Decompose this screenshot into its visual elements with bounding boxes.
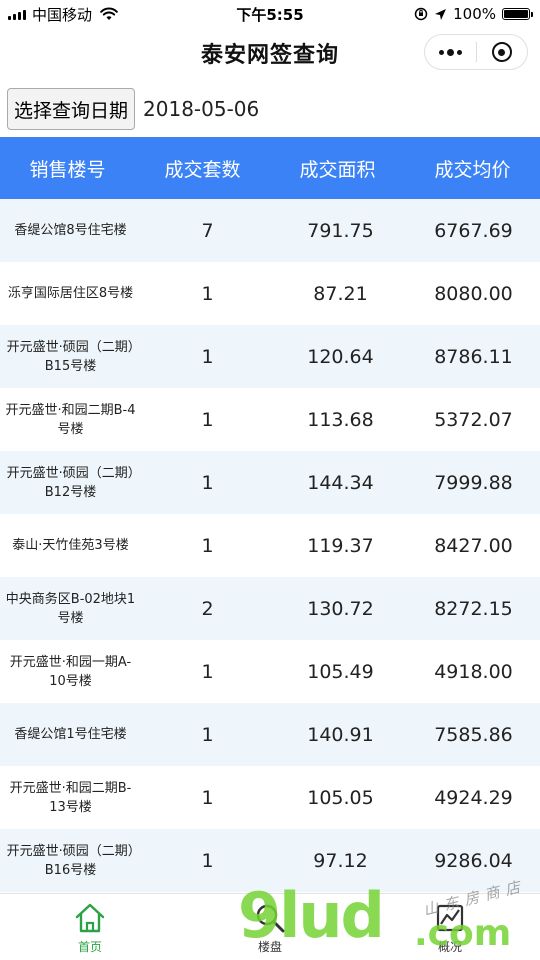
battery-percent: 100% [453,5,496,23]
nav-bar: 泰安网签查询 [0,28,540,78]
cell-count: 1 [201,660,214,683]
table-row: 开元盛世·硕园（二期）B12号楼 1 144.34 7999.88 [0,451,540,514]
cell-price: 5372.07 [434,408,513,431]
tab-overview[interactable]: 概况 [360,894,540,960]
cell-price: 8272.15 [434,597,513,620]
tab-overview-label: 概况 [437,940,462,954]
cell-area: 130.72 [307,597,374,620]
signal-icon [8,8,26,20]
tab-buildings-label: 楼盘 [257,940,282,954]
cell-count: 1 [201,408,214,431]
cell-area: 105.05 [307,786,374,809]
table-body: 香缇公馆8号住宅楼 7 791.75 6767.69 泺亨国际居住区8号楼 1 … [0,199,540,892]
cell-building: 开元盛世·和园一期A-10号楼 [9,654,132,689]
cell-price: 8080.00 [434,282,513,305]
header-price: 成交均价 [434,158,511,181]
close-mini-program-button[interactable] [477,35,528,69]
table-row: 泰山·天竹佳苑3号楼 1 119.37 8427.00 [0,514,540,577]
cell-area: 791.75 [307,219,374,242]
cell-price: 7585.86 [434,723,513,746]
cell-building: 开元盛世·硕园（二期）B12号楼 [6,465,135,500]
home-icon [75,903,105,933]
more-dots-icon [438,48,462,56]
cell-building: 开元盛世·和园二期B-4号楼 [5,402,136,437]
table-row: 香缇公馆1号住宅楼 1 140.91 7585.86 [0,703,540,766]
table-row: 泺亨国际居住区8号楼 1 87.21 8080.00 [0,262,540,325]
cell-price: 8786.11 [434,345,513,368]
cell-price: 6767.69 [434,219,513,242]
location-icon [435,8,447,20]
cell-area: 120.64 [307,345,374,368]
status-right: 100% [414,5,540,23]
table-header: 销售楼号 成交套数 成交面积 成交均价 [0,137,540,199]
cell-building: 泰山·天竹佳苑3号楼 [12,538,129,553]
cell-area: 105.49 [307,660,374,683]
battery-icon [502,8,533,20]
cell-building: 中央商务区B-02地块1号楼 [5,591,136,626]
table-row: 开元盛世·和园一期A-10号楼 1 105.49 4918.00 [0,640,540,703]
cell-count: 1 [201,786,214,809]
wifi-icon [100,7,118,20]
cell-building: 香缇公馆1号住宅楼 [14,727,127,742]
cell-count: 1 [201,849,214,872]
table-row: 开元盛世·和园二期B-4号楼 1 113.68 5372.07 [0,388,540,451]
cell-count: 7 [201,219,214,242]
cell-area: 119.37 [307,534,374,557]
search-icon [256,904,285,933]
cell-area: 140.91 [307,723,374,746]
cell-building: 香缇公馆8号住宅楼 [14,223,127,238]
header-area: 成交面积 [299,158,376,181]
table-row: 开元盛世·硕园（二期）B16号楼 1 97.12 9286.04 [0,829,540,892]
cell-count: 1 [201,723,214,746]
tab-home[interactable]: 首页 [0,894,180,960]
header-count: 成交套数 [164,158,241,181]
more-button[interactable] [425,35,476,69]
cell-count: 1 [201,282,214,305]
cell-price: 7999.88 [434,471,513,494]
cell-area: 97.12 [313,849,368,872]
tab-home-label: 首页 [77,940,102,954]
cell-building: 泺亨国际居住区8号楼 [7,286,134,301]
cell-count: 1 [201,471,214,494]
mini-program-capsule [424,34,528,70]
cell-count: 2 [201,597,214,620]
selected-date: 2018-05-06 [143,97,260,121]
table-row: 开元盛世·硕园（二期）B15号楼 1 120.64 8786.11 [0,325,540,388]
status-bar: 中国移动 下午5:55 100% [0,0,540,28]
table-row: 香缇公馆8号住宅楼 7 791.75 6767.69 [0,199,540,262]
cell-price: 8427.00 [434,534,513,557]
table-row: 中央商务区B-02地块1号楼 2 130.72 8272.15 [0,577,540,640]
header-building: 销售楼号 [29,158,106,181]
cell-area: 113.68 [307,408,374,431]
cell-count: 1 [201,534,214,557]
cell-building: 开元盛世·硕园（二期）B16号楼 [6,843,135,878]
cell-building: 开元盛世·硕园（二期）B15号楼 [6,339,135,374]
select-date-button[interactable]: 选择查询日期 [7,88,136,130]
cell-building: 开元盛世·和园二期B-13号楼 [9,780,132,815]
cell-area: 144.34 [307,471,374,494]
orientation-lock-icon [414,7,428,21]
target-icon [491,42,512,62]
page-title: 泰安网签查询 [200,43,339,68]
cell-count: 1 [201,345,214,368]
carrier-label: 中国移动 [32,5,93,24]
chart-icon [436,904,464,932]
table-row: 开元盛世·和园二期B-13号楼 1 105.05 4924.29 [0,766,540,829]
date-row: 选择查询日期 2018-05-06 [0,86,540,132]
status-left: 中国移动 [0,4,118,25]
cell-price: 4924.29 [434,786,513,809]
tab-buildings[interactable]: 楼盘 [180,894,360,960]
app-screen: 中国移动 下午5:55 100% 泰安网签查询 选择查询日期 2018-05-0… [0,0,540,960]
tab-bar: 首页 楼盘 概况 [0,893,540,960]
cell-area: 87.21 [313,282,368,305]
cell-price: 9286.04 [434,849,513,872]
cell-price: 4918.00 [434,660,513,683]
